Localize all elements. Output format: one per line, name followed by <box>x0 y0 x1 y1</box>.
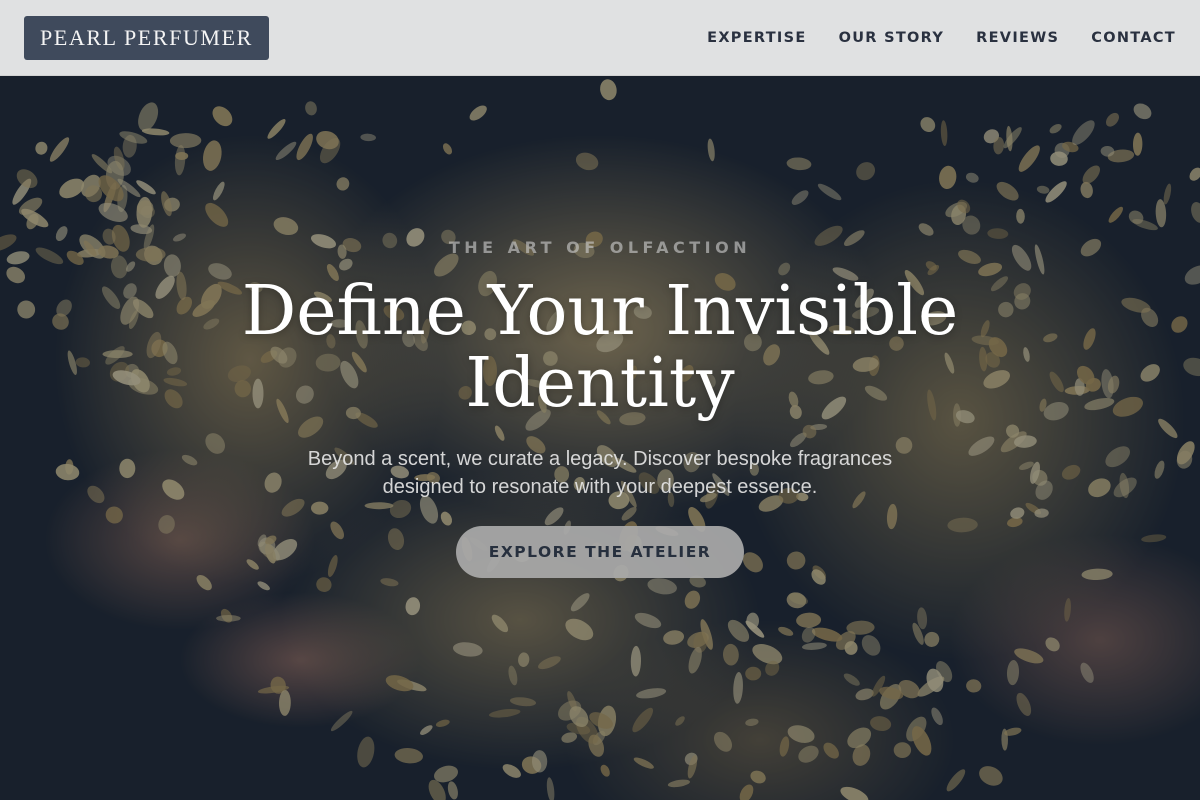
top-navigation-bar: PEARL PERFUMER EXPERTISE OUR STORY REVIE… <box>0 0 1200 76</box>
nav-link-expertise[interactable]: EXPERTISE <box>707 30 806 46</box>
hero-subtext: Beyond a scent, we curate a legacy. Disc… <box>270 445 930 501</box>
nav-link-our-story[interactable]: OUR STORY <box>839 30 945 46</box>
hero-subtext-line-2: designed to resonate with your deepest e… <box>382 476 818 498</box>
hero-headline-line-1: Define Your Invisible <box>241 272 959 351</box>
nav-links: EXPERTISE OUR STORY REVIEWS CONTACT <box>707 0 1176 76</box>
explore-atelier-button[interactable]: EXPLORE THE ATELIER <box>456 526 744 578</box>
hero-section: THE ART OF OLFACTION Define Your Invisib… <box>0 0 1200 800</box>
brand-logo[interactable]: PEARL PERFUMER <box>24 16 269 60</box>
hero-eyebrow: THE ART OF OLFACTION <box>448 238 752 257</box>
hero-headline-line-2: Identity <box>465 344 735 423</box>
hero-subtext-line-1: Beyond a scent, we curate a legacy. Disc… <box>307 448 893 470</box>
nav-link-contact[interactable]: CONTACT <box>1091 30 1176 46</box>
nav-link-reviews[interactable]: REVIEWS <box>976 30 1059 46</box>
hero-headline: Define Your Invisible Identity <box>200 276 1000 420</box>
